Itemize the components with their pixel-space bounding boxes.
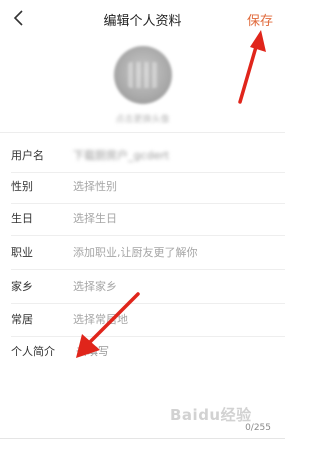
occupation-input[interactable]: 添加职业,让厨友更了解你 <box>73 244 198 260</box>
field-gender[interactable]: 性别 选择性别 <box>0 168 285 204</box>
bio-textarea[interactable]: 去填写 <box>76 343 109 359</box>
gender-select[interactable]: 选择性别 <box>73 178 117 194</box>
annotation-arrow-icon <box>238 30 266 104</box>
residence-select[interactable]: 选择常居地 <box>73 311 128 327</box>
watermark: Baidu经验 <box>170 406 252 424</box>
birthday-select[interactable]: 选择生日 <box>73 210 117 226</box>
field-label: 用户名 <box>11 149 44 162</box>
username-input[interactable]: 下载厨房户_gcdert <box>73 147 169 163</box>
field-hometown[interactable]: 家乡 选择家乡 <box>0 268 285 304</box>
divider <box>0 132 285 133</box>
avatar-image <box>128 62 158 88</box>
bio-label: 个人简介 <box>11 345 55 358</box>
field-label: 职业 <box>11 246 33 259</box>
field-occupation[interactable]: 职业 添加职业,让厨友更了解你 <box>0 234 285 270</box>
field-birthday[interactable]: 生日 选择生日 <box>0 200 285 236</box>
avatar-caption[interactable]: 点击更换头像 <box>0 112 285 125</box>
field-label: 性别 <box>11 180 33 193</box>
avatar[interactable] <box>114 46 172 104</box>
hometown-select[interactable]: 选择家乡 <box>73 278 117 294</box>
char-counter: 0/255 <box>245 423 271 433</box>
page-title: 编辑个人资料 <box>103 14 182 29</box>
field-label: 生日 <box>11 212 33 225</box>
field-residence[interactable]: 常居 选择常居地 <box>0 301 285 337</box>
field-label: 家乡 <box>11 280 33 293</box>
edit-profile-screen: 编辑个人资料 保存 点击更换头像 用户名 下载厨房户_gcdert 性别 选择性… <box>0 0 285 460</box>
divider <box>11 336 285 337</box>
save-button[interactable]: 保存 <box>247 10 273 29</box>
top-bar: 编辑个人资料 保存 <box>0 0 285 36</box>
field-label: 常居 <box>11 313 33 326</box>
divider <box>0 438 285 439</box>
